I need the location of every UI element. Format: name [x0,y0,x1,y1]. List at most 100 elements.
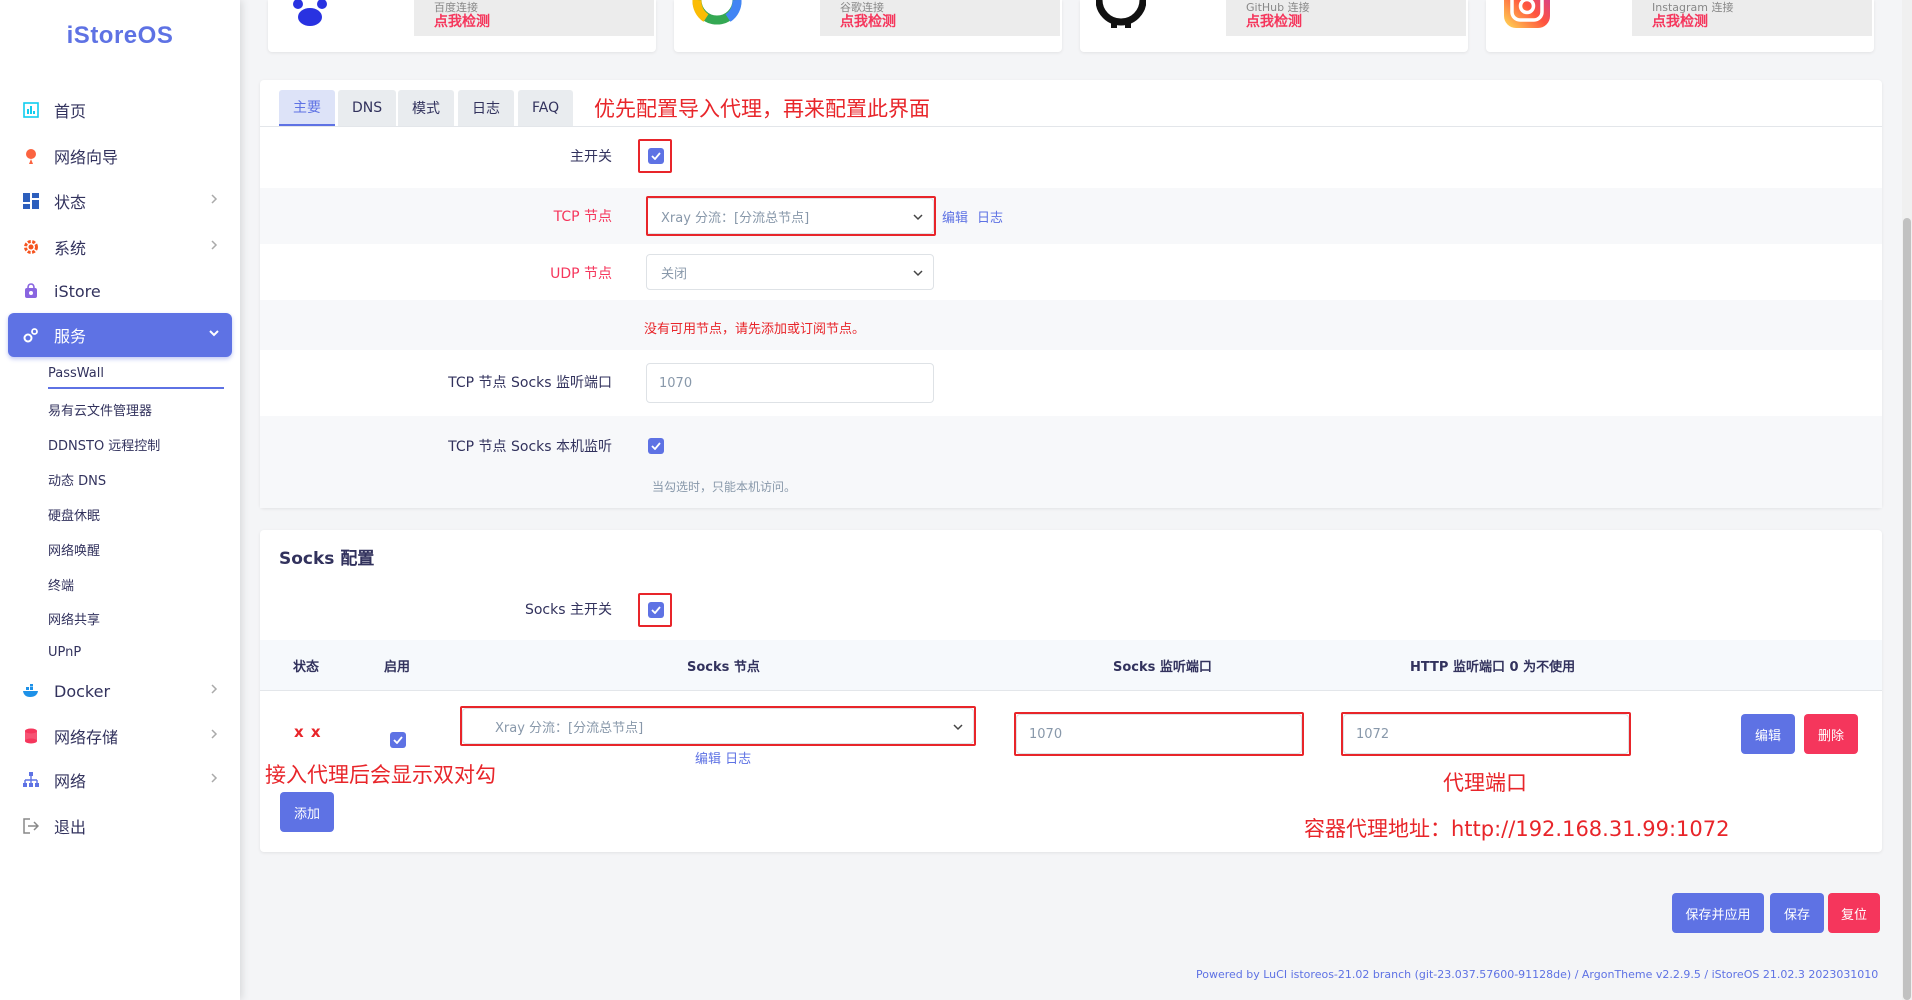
check-link[interactable]: 点我检测 [840,14,1060,30]
udp-node-label: UDP 节点 [550,266,612,282]
check-icon [393,736,403,744]
sidebar-subitem-share[interactable]: 网络共享 [48,603,224,633]
sidebar-item-label: 首页 [54,102,87,121]
row-edit-button[interactable]: 编辑 [1741,714,1795,754]
save-button[interactable]: 保存 [1770,893,1824,933]
tcp-edit-link[interactable]: 编辑 [942,207,968,226]
reset-button[interactable]: 复位 [1828,893,1880,933]
dashboard-icon [20,99,42,121]
sidebar-item-docker[interactable]: Docker [8,669,232,713]
udp-node-select[interactable]: 关闭 [646,254,934,290]
main-switch-label: 主开关 [570,149,612,165]
chevron-right-icon [211,194,218,204]
sidebar: iStoreOS 首页 网络向导 状态 系统 iStore 服务 PassWal… [0,0,240,1000]
google-icon [692,0,742,25]
socks-local-checkbox[interactable] [648,438,664,454]
annotation-double-check: 接入代理后会显示双对勾 [265,763,496,787]
th-http-port: HTTP 监听端口 0 为不使用 [1410,660,1576,675]
docker-icon [20,680,42,702]
instagram-icon [1504,0,1550,28]
tab-dns[interactable]: DNS [338,90,397,126]
storage-icon [20,725,42,747]
socks-port-input[interactable]: 1070 [646,363,934,403]
socks-local-label: TCP 节点 Socks 本机监听 [448,439,612,455]
sidebar-item-status[interactable]: 状态 [8,179,232,223]
tab-faq[interactable]: FAQ [518,90,574,126]
sidebar-item-label: 服务 [54,327,87,346]
tab-main[interactable]: 主要 [279,90,335,126]
udp-node-value: 关闭 [661,266,688,282]
sidebar-subitem-terminal[interactable]: 终端 [48,569,224,599]
tab-log[interactable]: 日志 [458,90,514,126]
check-link[interactable]: 点我检测 [434,14,654,30]
sidebar-item-label: 退出 [54,818,87,837]
tab-mode[interactable]: 模式 [398,90,454,126]
th-status: 状态 [293,660,320,675]
sidebar-subitem-file-manager[interactable]: 易有云文件管理器 [48,394,224,424]
sidebar-subitem-ddnsto[interactable]: DDNSTO 远程控制 [48,429,224,459]
socks-switch-label: Socks 主开关 [524,602,612,618]
chevron-right-icon [211,684,218,694]
annotation-top: 优先配置导入代理，再来配置此界面 [594,97,930,121]
sidebar-item-wizard[interactable]: 网络向导 [8,134,232,178]
chevron-right-icon [211,240,218,250]
highlight-tcp-node [646,196,936,236]
row-status: x x [294,723,322,741]
connection-label[interactable]: 谷歌连接 点我检测 [820,0,1060,36]
chevron-down-icon [913,270,923,277]
annotation-proxy-port: 代理端口 [1443,771,1527,795]
socks-config-card [260,530,1882,852]
tcp-log-link[interactable]: 日志 [977,207,1003,226]
chevron-down-icon [209,330,219,337]
connection-card-instagram: Instagram 连接 点我检测 [1486,0,1874,52]
add-button[interactable]: 添加 [280,792,334,832]
check-icon [651,442,661,450]
connection-label[interactable]: 百度连接 点我检测 [414,0,654,36]
socks-config-title: Socks 配置 [279,549,375,569]
sidebar-item-logout[interactable]: 退出 [8,804,232,848]
wizard-icon [20,145,42,167]
sidebar-subitem-wol[interactable]: 网络唤醒 [48,534,224,564]
sidebar-subitem-hd-idle[interactable]: 硬盘休眠 [48,499,224,529]
connection-label[interactable]: GitHub 连接 点我检测 [1226,0,1466,36]
table-header-bg [260,640,1882,690]
table-divider [260,690,1882,691]
socks-local-hint: 当勾选时，只能本机访问。 [652,480,797,494]
app-logo[interactable]: iStoreOS [0,22,240,50]
th-socks-port: Socks 监听端口 [1113,660,1212,675]
check-link[interactable]: 点我检测 [1246,14,1466,30]
sidebar-item-system[interactable]: 系统 [8,225,232,269]
sidebar-item-label: 系统 [54,239,87,258]
connection-label[interactable]: Instagram 连接 点我检测 [1632,0,1872,36]
sidebar-item-storage[interactable]: 网络存储 [8,714,232,758]
sidebar-item-home[interactable]: 首页 [8,88,232,132]
row-node-links[interactable]: 编辑 日志 [695,748,751,767]
sidebar-subitem-upnp[interactable]: UPnP [48,637,224,667]
row-stripe [260,300,1882,350]
sidebar-subitem-passwall[interactable]: PassWall [48,359,224,389]
check-link[interactable]: 点我检测 [1652,14,1872,30]
connection-card-baidu: 百度连接 点我检测 [268,0,656,52]
sidebar-item-label: 网络向导 [54,148,119,167]
highlight-main-switch [638,139,672,173]
connection-card-github: GitHub 连接 点我检测 [1080,0,1468,52]
no-node-message: 没有可用节点，请先添加或订阅节点。 [644,322,866,337]
sidebar-item-label: iStore [54,281,101,301]
sidebar-item-network[interactable]: 网络 [8,758,232,802]
network-icon [20,769,42,791]
sidebar-item-services[interactable]: 服务 [8,313,232,357]
annotation-container-addr: 容器代理地址：http://192.168.31.99:1072 [1304,817,1730,841]
logout-icon [20,815,42,837]
th-enabled: 启用 [384,660,411,675]
sidebar-item-istore[interactable]: iStore [8,269,232,313]
save-apply-button[interactable]: 保存并应用 [1672,893,1764,933]
row-enable-checkbox[interactable] [390,732,406,748]
sidebar-subitem-ddns[interactable]: 动态 DNS [48,464,224,494]
sidebar-item-label: 网络 [54,772,87,791]
row-delete-button[interactable]: 删除 [1804,714,1858,754]
store-icon [20,280,42,302]
sidebar-item-label: 状态 [54,193,87,212]
row-stripe [260,416,1882,508]
gear-icon [20,236,42,258]
scrollbar-thumb[interactable] [1903,218,1911,1000]
